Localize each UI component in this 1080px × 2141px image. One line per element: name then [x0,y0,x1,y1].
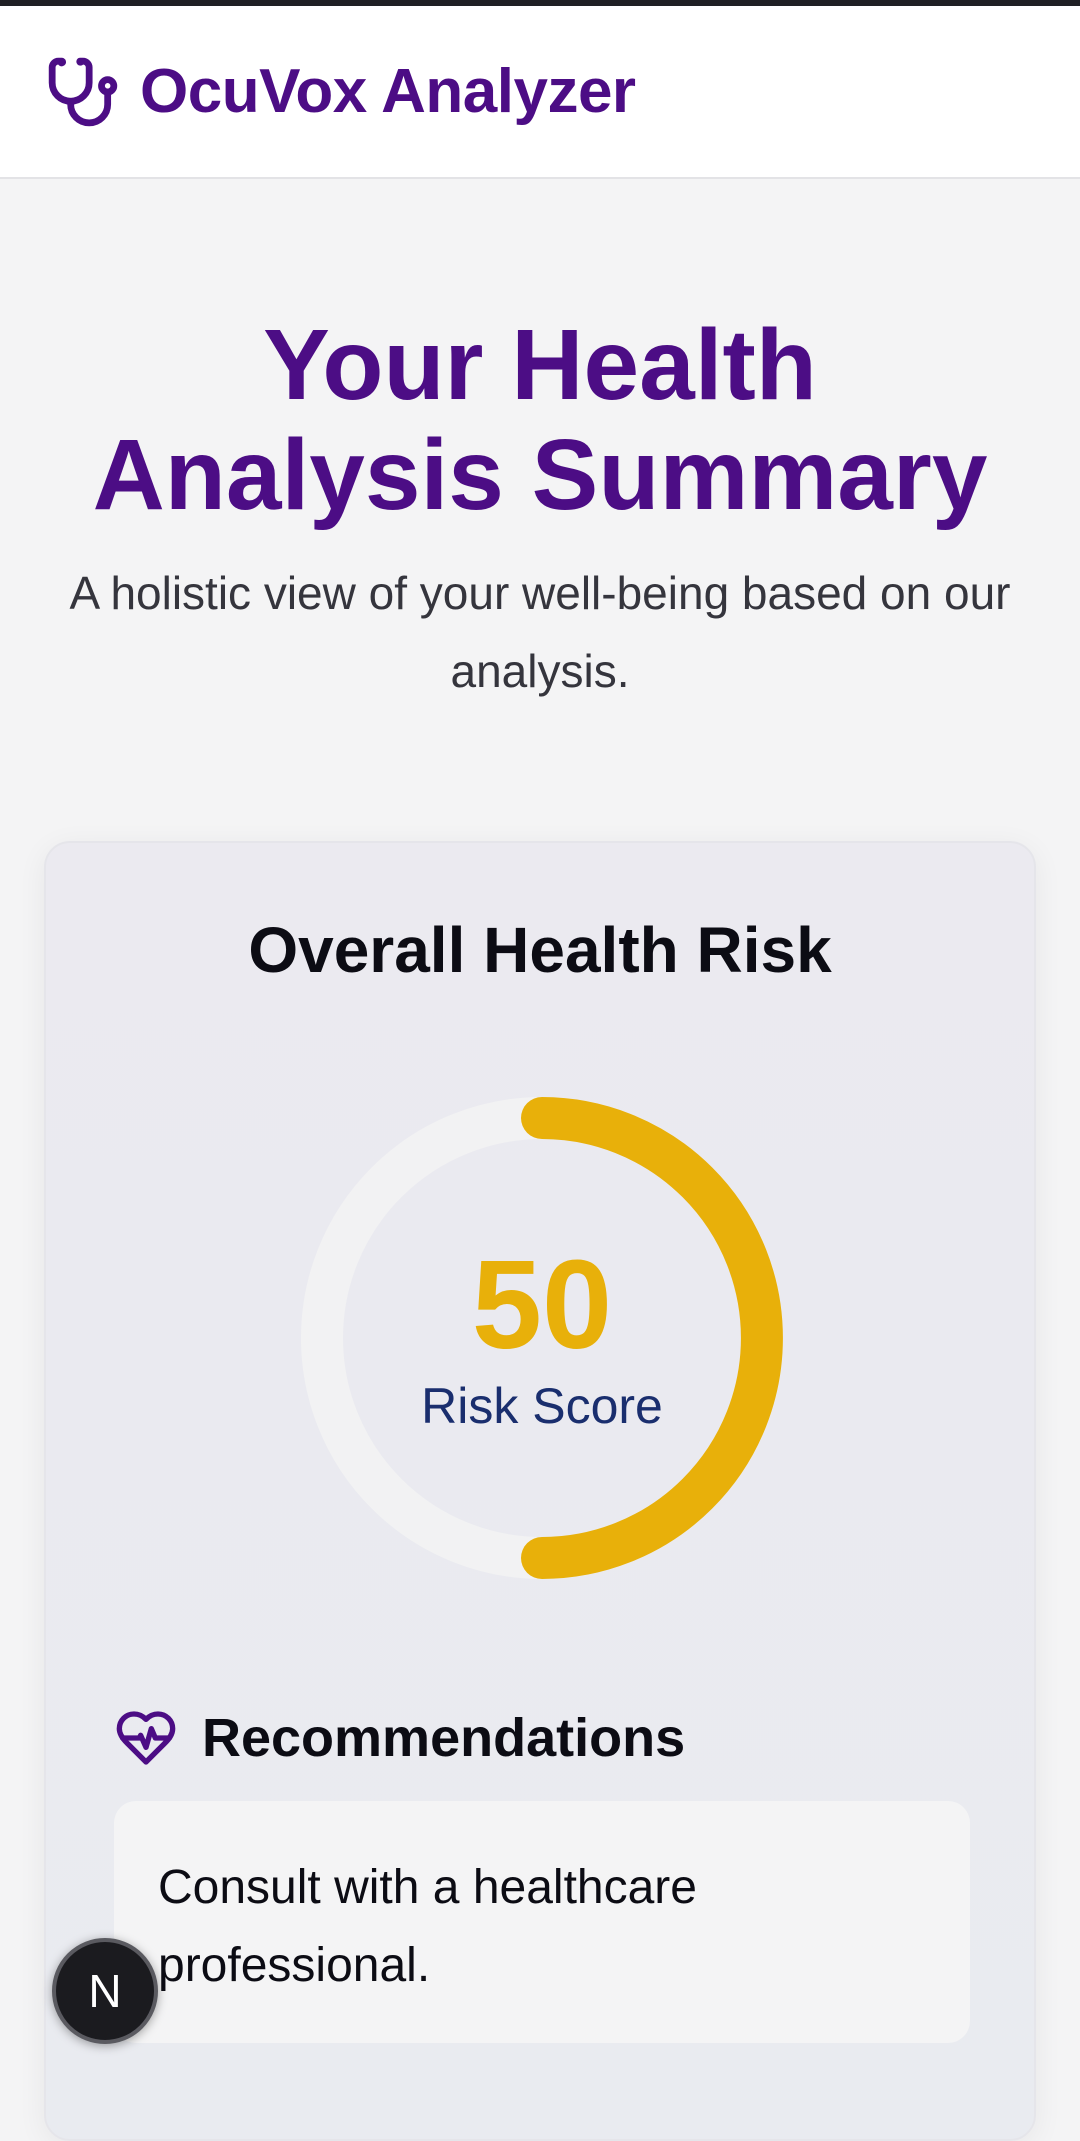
risk-card: Overall Health Risk 50 Risk Score Recomm… [44,841,1036,2141]
page-title: Your Health Analysis Summary [40,310,1040,530]
hero-section: Your Health Analysis Summary A holistic … [40,310,1040,710]
recommendations-header: Recommendations [114,1703,685,1773]
heart-pulse-icon [114,1706,178,1770]
app-header: OcuVox Analyzer [0,6,1080,179]
page-subtitle: A holistic view of your well-being based… [69,567,1011,697]
risk-score-value: 50 [471,1234,613,1375]
risk-score-label: Risk Score [421,1378,663,1434]
page-title-line1: Your Health [263,309,817,421]
risk-gauge: 50 Risk Score [299,1095,785,1581]
stethoscope-icon [46,55,120,129]
page-title-line2: Analysis Summary [92,419,988,531]
recommendation-item: Consult with a healthcare professional. [114,1801,970,2043]
recommendations-title: Recommendations [202,1708,686,1768]
risk-card-title: Overall Health Risk [248,914,832,986]
app-title[interactable]: OcuVox Analyzer [140,56,636,127]
next-dev-tools-button[interactable]: N [52,1938,158,2044]
fab-label: N [88,1965,122,2017]
